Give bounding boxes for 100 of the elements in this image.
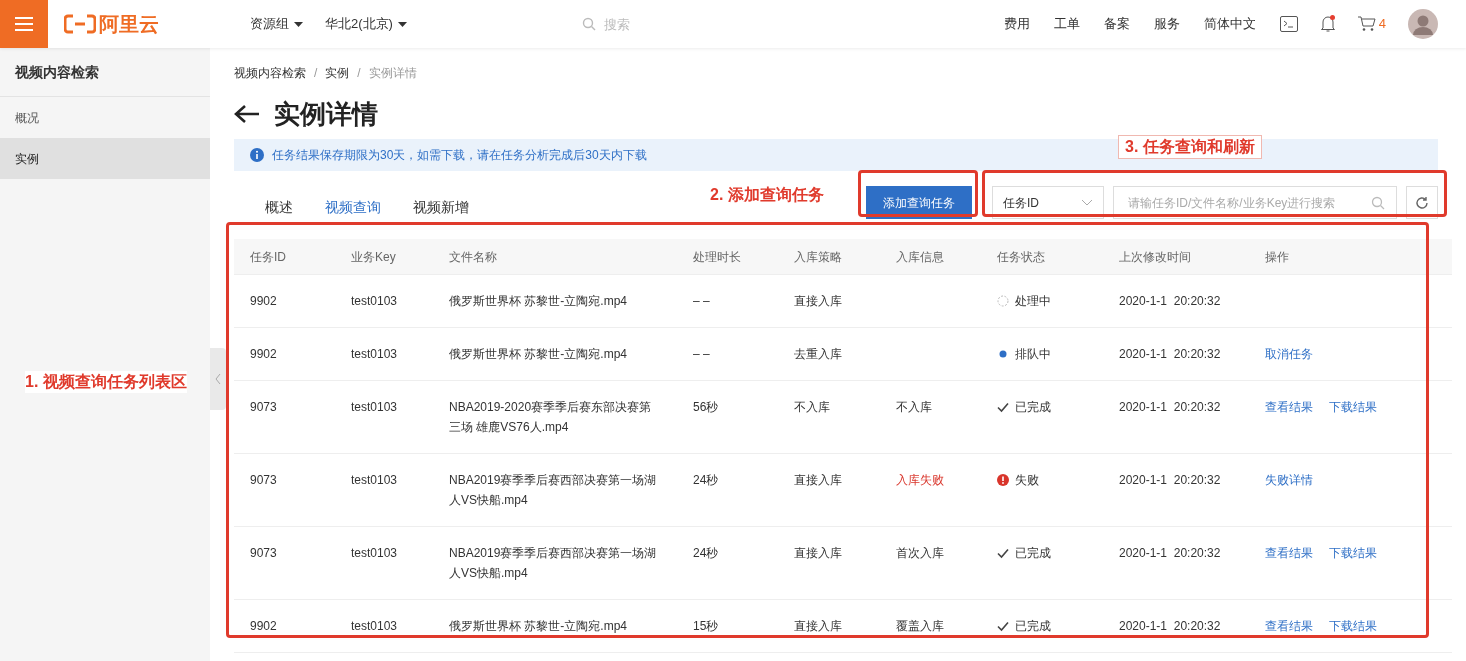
chevron-left-icon [215, 373, 221, 385]
table-cell-text: 俄罗斯世界杯 苏黎世-立陶宛.mp4 [449, 618, 628, 635]
notice-text: 任务结果保存期限为30天，如需下载，请在任务分析完成后30天内下载 [272, 147, 647, 164]
search-icon [581, 17, 596, 31]
table-cell-text: 9073 [250, 472, 278, 489]
table-cell-text: 9073 [250, 399, 278, 416]
table-cell-text: 2020-1-1 20:20:32 [1119, 618, 1222, 635]
table-cell-text: 俄罗斯世界杯 苏黎世-立陶宛.mp4 [449, 346, 628, 363]
menu-button[interactable] [0, 0, 48, 48]
sidebar-title: 视频内容检索 [0, 48, 210, 97]
table-cell: 覆盖入库 [896, 619, 944, 633]
table-cell-text: – – [693, 293, 711, 310]
table-cell: 首次入库 [896, 546, 944, 560]
annotation-label: 3. 任务查询和刷新 [1118, 135, 1262, 159]
table-cell-text: test0103 [351, 472, 399, 489]
breadcrumb-link[interactable]: 视频内容检索 [234, 64, 306, 82]
table-cell-text: 24秒 [693, 472, 720, 489]
status-label: 已完成 [1015, 545, 1051, 562]
check-icon [997, 620, 1009, 632]
table-cell: 不入库 [896, 400, 932, 414]
nav-link[interactable]: 工单 [1053, 14, 1080, 34]
table-cell-text: test0103 [351, 399, 399, 416]
action-link[interactable]: 查看结果 [1265, 616, 1313, 652]
table-cell-text: 去重入库 [794, 346, 843, 363]
table-cell-text: NBA2019-2020赛季季后赛东部决赛第三场 雄鹿VS76人.mp4 [449, 399, 653, 436]
collapse-handle[interactable] [210, 348, 226, 410]
action-link[interactable]: 下载结果 [1329, 616, 1377, 652]
action-link[interactable]: 取消任务 [1265, 344, 1313, 380]
table-cell-text: – – [693, 346, 711, 363]
table-cell-text: 9902 [250, 618, 278, 635]
check-icon [997, 547, 1009, 559]
column-header: 任务状态 [997, 248, 1046, 266]
table-cell-text: 不入库 [794, 399, 831, 416]
table-cell: 入库失败 [896, 473, 944, 487]
table-cell-text: 俄罗斯世界杯 苏黎世-立陶宛.mp4 [449, 293, 628, 310]
search-icon [1371, 196, 1385, 210]
tab[interactable]: 视频新增 [398, 192, 484, 224]
action-link[interactable]: 下载结果 [1329, 397, 1377, 453]
nav-link[interactable]: 简体中文 [1203, 14, 1256, 34]
table-cell-text: test0103 [351, 293, 399, 310]
tab[interactable]: 概述 [250, 192, 308, 224]
table-cell-text: 9902 [250, 346, 278, 363]
back-arrow-icon[interactable] [234, 104, 260, 124]
column-header: 文件名称 [449, 248, 498, 266]
refresh-button[interactable] [1406, 186, 1438, 219]
column-header: 业务Key [351, 248, 397, 266]
spinner-icon [997, 295, 1009, 307]
table-cell-text: 9073 [250, 545, 278, 562]
refresh-icon [1415, 195, 1429, 210]
breadcrumb-separator: / [314, 65, 318, 82]
terminal-icon[interactable] [1279, 16, 1298, 32]
status-label: 失败 [1015, 472, 1039, 489]
bell-icon[interactable] [1319, 15, 1336, 33]
action-link[interactable]: 查看结果 [1265, 397, 1313, 453]
table-cell-text: 56秒 [693, 399, 720, 416]
dropdown-menu[interactable]: 华北2(北京) [325, 14, 407, 34]
column-header: 处理时长 [693, 248, 742, 266]
status-label: 已完成 [1015, 399, 1051, 416]
check-icon [997, 401, 1009, 413]
chevron-down-icon [1081, 199, 1093, 206]
cart-count: 4 [1378, 15, 1386, 34]
table-cell-text: 24秒 [693, 545, 720, 562]
breadcrumb-current: 实例详情 [368, 65, 417, 82]
table-cell-text: 2020-1-1 20:20:32 [1119, 399, 1222, 416]
column-header: 上次修改时间 [1119, 248, 1192, 266]
status-label: 已完成 [1015, 618, 1051, 635]
nav-link[interactable]: 服务 [1153, 14, 1180, 34]
filter-select[interactable]: 任务ID [992, 186, 1104, 219]
table-cell-text: 直接入库 [794, 293, 843, 310]
nav-link[interactable]: 费用 [1003, 14, 1030, 34]
info-icon [250, 148, 264, 162]
sidebar-item[interactable]: 实例 [0, 138, 210, 179]
action-link[interactable]: 查看结果 [1265, 543, 1313, 599]
action-link[interactable]: 下载结果 [1329, 543, 1377, 599]
tab[interactable]: 视频查询 [310, 192, 396, 224]
table-cell-text: test0103 [351, 346, 399, 363]
avatar[interactable] [1408, 9, 1438, 39]
column-header: 操作 [1265, 248, 1290, 266]
breadcrumb-link[interactable]: 实例 [325, 64, 350, 82]
table-cell-text: test0103 [351, 618, 399, 635]
column-header: 任务ID [250, 248, 287, 266]
column-header: 入库信息 [896, 248, 945, 266]
breadcrumb-separator: / [357, 65, 361, 82]
annotation-label: 1. 视频查询任务列表区 [25, 371, 187, 393]
caret-icon [397, 21, 407, 27]
nav-link[interactable]: 备案 [1103, 14, 1130, 34]
table-cell-text: 直接入库 [794, 545, 843, 562]
dropdown-menu[interactable]: 资源组 [250, 14, 303, 34]
table-cell-text: 直接入库 [794, 618, 843, 635]
sidebar-item[interactable]: 概况 [0, 97, 210, 138]
table-cell-text: 2020-1-1 20:20:32 [1119, 545, 1222, 562]
task-search-field[interactable]: 请输任务ID/文件名称/业务Key进行搜索 [1113, 186, 1397, 219]
status-dot [997, 348, 1009, 360]
caret-icon [294, 21, 303, 27]
cart-icon[interactable] [1357, 16, 1376, 32]
search-field[interactable]: 搜索 [581, 12, 802, 37]
status-label: 排队中 [1015, 346, 1051, 363]
table-cell-text: test0103 [351, 545, 399, 562]
column-header: 入库策略 [794, 248, 843, 266]
action-link[interactable]: 失败详情 [1265, 470, 1313, 526]
